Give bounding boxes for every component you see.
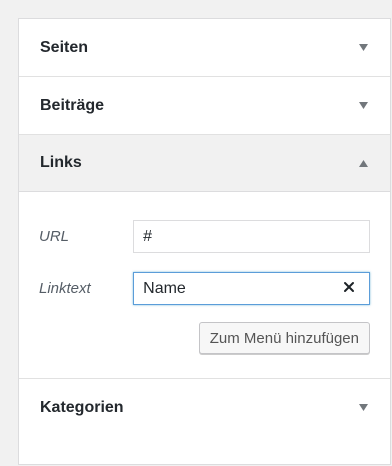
section-header-links[interactable]: Links xyxy=(19,135,390,192)
section-title-links: Links xyxy=(40,154,82,171)
links-form: URL Linktext Zum Menü hinzufügen xyxy=(19,192,390,378)
arrow-down-icon[interactable] xyxy=(357,402,369,414)
section-header-kategorien[interactable]: Kategorien xyxy=(19,379,390,436)
menu-items-accordion: Seiten Beiträge Links URL # Linktext Nam… xyxy=(18,18,391,465)
linktext-input[interactable] xyxy=(133,272,370,305)
arrow-down-icon[interactable] xyxy=(357,100,369,112)
section-seiten: Seiten xyxy=(19,19,390,77)
section-beitraege: Beiträge xyxy=(19,77,390,135)
section-title-kategorien: Kategorien xyxy=(40,398,124,416)
arrow-up-icon[interactable] xyxy=(357,157,369,169)
url-row: URL xyxy=(39,220,370,253)
url-input-wrap xyxy=(133,220,370,253)
linktext-row: Linktext xyxy=(39,272,370,305)
section-header-beitraege[interactable]: Beiträge xyxy=(19,77,390,134)
section-kategorien: Kategorien xyxy=(19,379,390,436)
url-label: URL xyxy=(39,228,70,245)
linktext-input-wrap xyxy=(133,272,370,305)
section-links: Links URL Linktext xyxy=(19,135,390,379)
section-header-seiten[interactable]: Seiten xyxy=(19,19,390,76)
url-input[interactable] xyxy=(133,220,370,253)
add-button-row: Zum Menü hinzufügen xyxy=(39,322,370,354)
close-icon[interactable] xyxy=(342,280,358,296)
arrow-down-icon[interactable] xyxy=(357,42,369,54)
section-title-seiten: Seiten xyxy=(40,38,89,56)
add-to-menu-button[interactable]: Zum Menü hinzufügen xyxy=(198,322,370,354)
linktext-label: Linktext xyxy=(39,280,91,297)
section-title-beitraege: Beiträge xyxy=(40,96,105,114)
